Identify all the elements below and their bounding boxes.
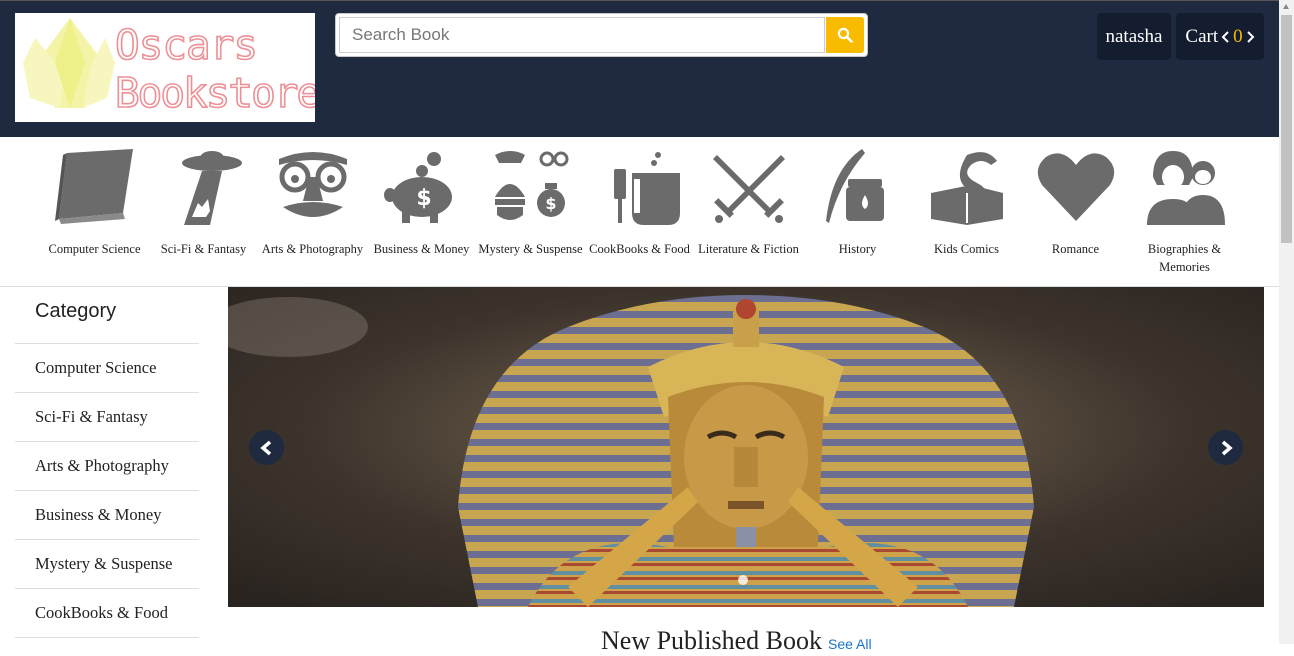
chevron-right-icon [1246,30,1255,43]
carousel-next-button[interactable] [1208,430,1243,465]
cooking-pot-icon [613,152,680,225]
category-tile-romance[interactable]: Romance [1021,149,1130,258]
chevron-left-icon [1221,30,1229,43]
chevron-right-icon [1221,440,1233,455]
piggy-bank-icon: $ [383,152,452,223]
crossed-swords-icon [712,155,785,223]
category-label: Sci-Fi & Fantasy [160,242,247,256]
logo-text-line1: Oscars [115,21,257,69]
disguise-glasses-icon [278,152,347,217]
hero-carousel [228,287,1264,607]
people-icon [1146,151,1225,225]
category-sidebar: Category Computer Science Sci-Fi & Fanta… [15,287,199,638]
heart-icon [1037,153,1114,221]
category-label: Computer Science [48,242,141,256]
top-header: Oscars Bookstore natasha Cart 0 [0,0,1279,137]
cart-label: Cart [1185,25,1219,47]
category-tile-mystery-suspense[interactable]: $ Mystery & Suspense [476,149,585,258]
ufo-icon [181,151,242,225]
search-input[interactable] [339,17,825,53]
category-label: CookBooks & Food [589,242,690,256]
sidebar-item-computer-science[interactable]: Computer Science [15,344,199,393]
category-tile-scifi-fantasy[interactable]: Sci-Fi & Fantasy [149,149,258,258]
category-label: History [838,242,877,256]
category-icon-bar: Computer Science Sci-Fi & Fantasy Arts &… [0,137,1279,287]
robber-icon: $ [494,151,568,220]
chevron-left-icon [259,440,271,455]
category-tile-cookbooks-food[interactable]: CookBooks & Food [585,149,694,258]
sidebar-title: Category [15,287,199,344]
category-label: Biographies & Memories [1147,242,1222,274]
category-label: Mystery & Suspense [478,242,583,256]
category-label: Romance [1051,242,1100,256]
category-label: Literature & Fiction [698,242,799,256]
category-tile-kids-comics[interactable]: Kids Comics [912,149,1021,258]
quill-inkpot-icon [825,149,884,223]
snake-book-icon [930,152,1003,225]
new-published-section-header: New Published Book See All [601,626,872,656]
category-tile-arts-photography[interactable]: Arts & Photography [258,149,367,258]
carousel-prev-button[interactable] [249,430,284,465]
svg-text:$: $ [416,186,431,211]
category-tile-literature-fiction[interactable]: Literature & Fiction [694,149,803,258]
category-tile-history[interactable]: History [803,149,912,258]
logo-text-line2: Bookstore [115,69,315,117]
sidebar-item-business-money[interactable]: Business & Money [15,491,199,540]
cart-count: 0 [1233,25,1243,47]
carousel-slide-image [228,287,1264,607]
scroll-up-arrow-icon[interactable] [1283,4,1289,9]
cart-button[interactable]: Cart 0 [1176,13,1264,60]
book-icon [54,149,133,224]
sidebar-item-cookbooks-food[interactable]: CookBooks & Food [15,589,199,638]
category-label: Business & Money [373,242,470,256]
scrollbar-thumb[interactable] [1281,15,1292,243]
category-tile-computer-science[interactable]: Computer Science [40,149,149,258]
search-icon [837,27,853,43]
search-button[interactable] [826,17,864,53]
svg-text:$: $ [545,194,556,213]
section-title: New Published Book [601,626,822,655]
logo-graphic: Oscars Bookstore [23,18,322,118]
search-bar [335,13,868,57]
store-logo[interactable]: Oscars Bookstore [15,13,322,122]
category-label: Kids Comics [934,242,999,256]
see-all-link[interactable]: See All [828,636,872,652]
sidebar-item-scifi-fantasy[interactable]: Sci-Fi & Fantasy [15,393,199,442]
page-scrollbar[interactable] [1279,0,1294,644]
category-tile-biographies-memories[interactable]: Biographies & Memories [1130,149,1239,276]
sidebar-item-arts-photography[interactable]: Arts & Photography [15,442,199,491]
carousel-indicator-dot[interactable] [738,575,748,585]
user-account-button[interactable]: natasha [1097,13,1171,60]
category-label: Arts & Photography [261,242,364,256]
user-name: natasha [1105,25,1163,47]
category-tile-business-money[interactable]: $ Business & Money [367,149,476,258]
sidebar-item-mystery-suspense[interactable]: Mystery & Suspense [15,540,199,589]
